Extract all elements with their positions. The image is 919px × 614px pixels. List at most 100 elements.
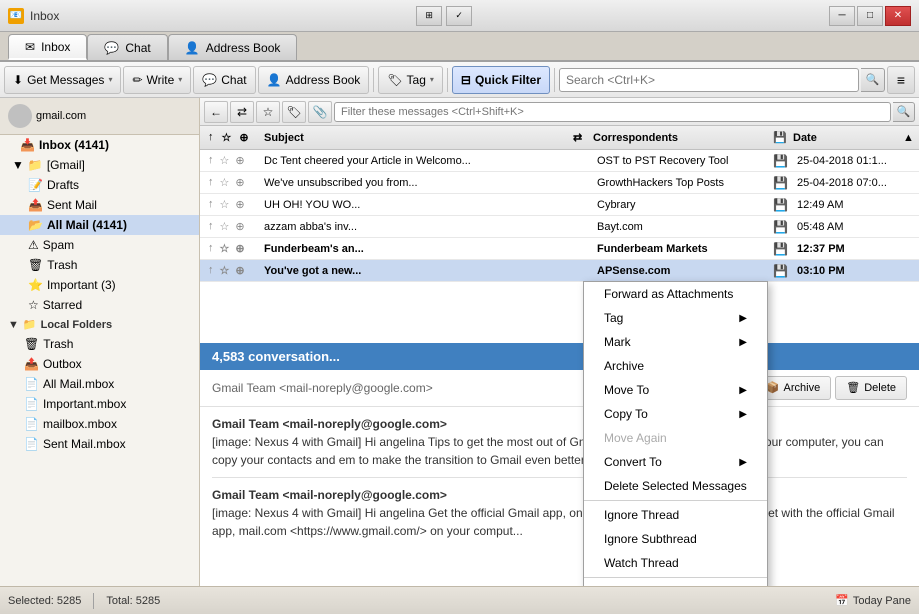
sidebar-item-trash[interactable]: 🗑 Trash <box>0 255 199 275</box>
col-flags: ↑ ☆ ⊕ <box>200 131 260 144</box>
msg-row-5[interactable]: ↑☆⊕ Funderbeam's an... Funderbeam Market… <box>200 238 919 260</box>
calendar-icon: 📅 <box>835 594 849 607</box>
chat-button[interactable]: 💬 Chat <box>193 66 255 94</box>
msg-corr-5: Funderbeam Markets <box>593 243 773 255</box>
back-button[interactable]: ← <box>204 101 228 123</box>
status-sep-1 <box>93 593 94 609</box>
ctx-convert-to[interactable]: Convert To ▶ <box>584 450 767 474</box>
msg-row-3[interactable]: ↑☆⊕ UH OH! YOU WO... Cybrary 💾 12:49 AM <box>200 194 919 216</box>
ctx-tag[interactable]: Tag ▶ <box>584 306 767 330</box>
message-area: ← ⇄ ☆ 🏷 📎 🔍 ↑ ☆ ⊕ Subject ⇄ Corr <box>200 98 919 586</box>
preview-body-2: [image: Nexus 4 with Gmail] Hi angelina … <box>212 506 895 538</box>
msg-date-2: 25-04-2018 07:0... <box>793 177 903 189</box>
msg-corr-4: Bayt.com <box>593 221 773 233</box>
msg-flags-6: ↑☆⊕ <box>200 264 260 277</box>
close-button[interactable]: ✕ <box>885 6 911 26</box>
sidebar-item-trash2[interactable]: 🗑 Trash <box>0 334 199 354</box>
write-arrow: ▾ <box>178 75 182 84</box>
ctx-convertto-arrow: ▶ <box>739 457 747 468</box>
sidebar-item-drafts[interactable]: 📝 Drafts <box>0 175 199 195</box>
write-button[interactable]: ✏ Write ▾ <box>123 66 191 94</box>
ctx-sep-1 <box>584 500 767 501</box>
preview-content-2: Gmail Team <mail-noreply@google.com> [im… <box>200 478 919 548</box>
tab-chat[interactable]: 💬 Chat <box>87 34 167 60</box>
sidebar-item-outbox[interactable]: 📤 Outbox <box>0 354 199 374</box>
sidebar-item-important[interactable]: ⭐ Important (3) <box>0 275 199 295</box>
ctx-ignore-subthread[interactable]: Ignore Subthread <box>584 527 767 551</box>
ctx-move-again: Move Again <box>584 426 767 450</box>
ctx-forward-attachments[interactable]: Forward as Attachments <box>584 282 767 306</box>
extra-btn-1[interactable]: ⊞ <box>416 6 442 26</box>
msg-row-2[interactable]: ↑☆⊕ We've unsubscribed you from... Growt… <box>200 172 919 194</box>
title-bar: 📧 Inbox ⊞ ✓ ─ □ ✕ <box>0 0 919 32</box>
localfolders-icon: 📁 <box>23 318 37 331</box>
status-total: Total: 5285 <box>106 595 160 607</box>
ctx-ignore-thread[interactable]: Ignore Thread <box>584 503 767 527</box>
msg-row-6[interactable]: ↑☆⊕ You've got a new... APSense.com 💾 03… <box>200 260 919 282</box>
search-input[interactable] <box>559 68 859 92</box>
tag2-button[interactable]: 🏷 <box>282 101 306 123</box>
quick-filter-button[interactable]: ⊟ Quick Filter <box>452 66 550 94</box>
hamburger-menu-button[interactable]: ≡ <box>887 66 915 94</box>
sidebar-localfolders[interactable]: ▼ 📁 Local Folders <box>0 315 199 334</box>
important-icon: ⭐ <box>28 278 43 292</box>
sidebar-item-spam[interactable]: ⚠ Spam <box>0 235 199 255</box>
ctx-archive[interactable]: Archive <box>584 354 767 378</box>
thread-button[interactable]: ⇄ <box>230 101 254 123</box>
ctx-mark[interactable]: Mark ▶ <box>584 330 767 354</box>
ctx-mark-arrow: ▶ <box>739 337 747 348</box>
attachment-button[interactable]: 📎 <box>308 101 332 123</box>
sidebar-item-mailbox[interactable]: 📄 mailbox.mbox <box>0 414 199 434</box>
filter-search-input[interactable] <box>334 102 891 122</box>
delete-icon: 🗑 <box>846 381 860 394</box>
msg-size-6: 💾 <box>773 264 793 278</box>
star-button[interactable]: ☆ <box>256 101 280 123</box>
tab-addressbook[interactable]: 👤 Address Book <box>168 34 298 60</box>
col-size-header: 💾 <box>773 131 793 144</box>
col-subject-header[interactable]: Subject <box>260 132 573 144</box>
tab-inbox[interactable]: ✉ Inbox <box>8 34 87 60</box>
tag-arrow: ▾ <box>430 75 434 84</box>
sidebar-item-sentmail2[interactable]: 📄 Sent Mail.mbox <box>0 434 199 454</box>
ctx-move-to[interactable]: Move To ▶ <box>584 378 767 402</box>
extra-btn-2[interactable]: ✓ <box>446 6 472 26</box>
msg-subject-1: Dc Tent cheered your Article in Welcomo.… <box>260 155 573 167</box>
msg-row-4[interactable]: ↑☆⊕ azzam abba's inv... Bayt.com 💾 05:48… <box>200 216 919 238</box>
status-bar: Selected: 5285 Total: 5285 📅 Today Pane <box>0 586 919 614</box>
minimize-button[interactable]: ─ <box>829 6 855 26</box>
search-button[interactable]: 🔍 <box>861 68 885 92</box>
msg-date-3: 12:49 AM <box>793 199 903 211</box>
col-date-header[interactable]: Date <box>793 132 903 144</box>
msg-flags-1: ↑☆⊕ <box>200 154 260 167</box>
get-messages-button[interactable]: ⬇ Get Messages ▾ <box>4 66 121 94</box>
preview-from-1: Gmail Team <mail-noreply@google.com> <box>212 381 433 395</box>
ctx-copy-clipboard[interactable]: Copy to clipboard ▶ <box>584 580 767 586</box>
window-title: Inbox <box>30 9 59 23</box>
ctx-copy-to[interactable]: Copy To ▶ <box>584 402 767 426</box>
tag-button[interactable]: 🏷 Tag ▾ <box>378 66 443 94</box>
account-header: gmail.com <box>0 98 199 135</box>
msg-corr-2: GrowthHackers Top Posts <box>593 177 773 189</box>
chat-tab-icon: 💬 <box>104 41 119 55</box>
maximize-button[interactable]: □ <box>857 6 883 26</box>
msg-corr-1: OST to PST Recovery Tool <box>593 155 773 167</box>
col-correspondents-header[interactable]: Correspondents <box>593 132 773 144</box>
preview-area: Gmail Team <mail-noreply@google.com> 📦 A… <box>200 370 919 587</box>
gmail-folder-icon: 📁 <box>28 158 43 172</box>
sidebar-item-allmail2[interactable]: 📄 All Mail.mbox <box>0 374 199 394</box>
msg-flags-3: ↑☆⊕ <box>200 198 260 211</box>
sidebar-item-starred[interactable]: ☆ Starred <box>0 295 199 315</box>
ctx-delete-selected[interactable]: Delete Selected Messages <box>584 474 767 498</box>
sidebar-item-sentmail[interactable]: 📤 Sent Mail <box>0 195 199 215</box>
main-area: gmail.com 📥 Inbox (4141) ▼ 📁 [Gmail] 📝 D… <box>0 98 919 586</box>
filter-search-button[interactable]: 🔍 <box>893 102 915 122</box>
address-book-button[interactable]: 👤 Address Book <box>258 66 370 94</box>
status-today-pane[interactable]: 📅 Today Pane <box>835 594 911 607</box>
delete-button[interactable]: 🗑 Delete <box>835 376 907 400</box>
sidebar-item-gmail[interactable]: ▼ 📁 [Gmail] <box>0 155 199 175</box>
ctx-watch-thread[interactable]: Watch Thread <box>584 551 767 575</box>
sidebar-item-inbox[interactable]: 📥 Inbox (4141) <box>0 135 199 155</box>
msg-row-1[interactable]: ↑☆⊕ Dc Tent cheered your Article in Welc… <box>200 150 919 172</box>
sidebar-item-important2[interactable]: 📄 Important.mbox <box>0 394 199 414</box>
sidebar-item-allmail[interactable]: 📂 All Mail (4141) <box>0 215 199 235</box>
